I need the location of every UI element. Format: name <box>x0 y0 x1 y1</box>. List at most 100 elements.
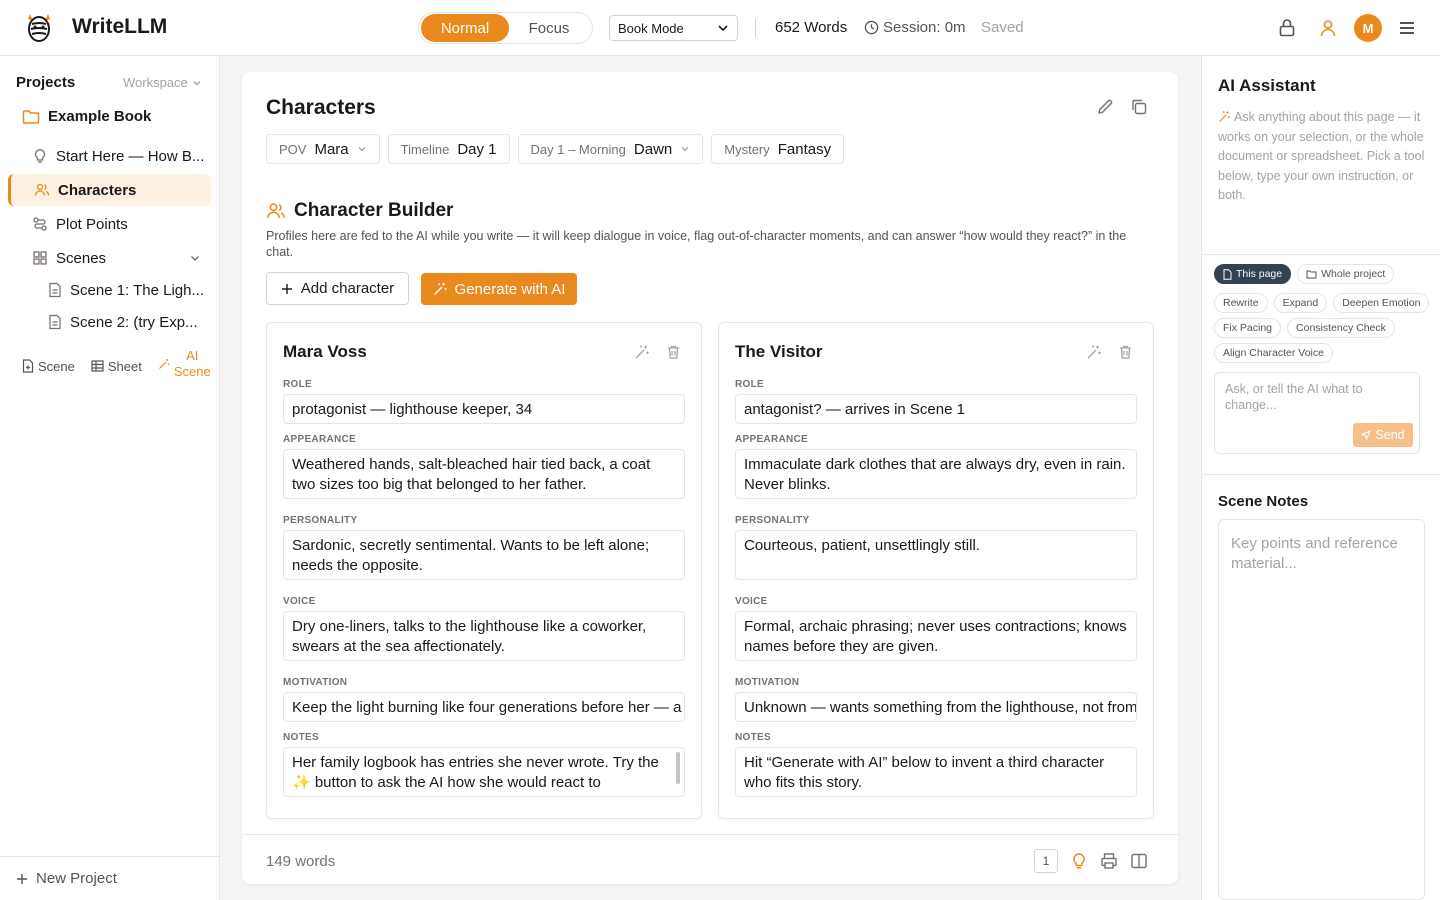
voice-field[interactable]: Dry one-liners, talks to the lighthouse … <box>283 611 685 661</box>
sidebar-item-characters[interactable]: Characters <box>8 174 211 206</box>
ai-prompt-input[interactable]: Ask, or tell the AI what to change... Se… <box>1214 372 1420 454</box>
lock-icon[interactable] <box>1278 18 1298 38</box>
time-of-day-chip[interactable]: Day 1 – Morning Dawn <box>517 134 704 164</box>
header-divider <box>755 18 756 38</box>
tool-rewrite-button[interactable]: Rewrite <box>1214 293 1268 313</box>
user-icon[interactable] <box>1319 18 1339 38</box>
builder-description: Profiles here are fed to the AI while yo… <box>266 229 1127 259</box>
file-icon <box>49 282 61 298</box>
print-icon[interactable] <box>1100 852 1118 870</box>
panel-divider <box>1202 474 1440 475</box>
pov-chip[interactable]: POV Mara <box>266 134 380 164</box>
add-character-button[interactable]: Add character <box>266 272 409 305</box>
sidebar-item-scene-1[interactable]: Scene 1: The Ligh... <box>8 274 211 306</box>
scene-notes-textarea[interactable]: Key points and reference material... <box>1218 519 1425 900</box>
ai-assistant-title: AI Assistant <box>1218 76 1316 95</box>
role-field[interactable]: protagonist — lighthouse keeper, 34 <box>283 394 685 424</box>
sidebar-item-plot-points[interactable]: Plot Points <box>8 208 211 240</box>
lightbulb-icon[interactable] <box>1070 852 1088 870</box>
folder-icon <box>1306 270 1317 279</box>
scope-page-label: This page <box>1236 268 1283 280</box>
normal-mode-button[interactable]: Normal <box>421 14 509 42</box>
workspace-select[interactable]: Workspace <box>123 75 202 90</box>
new-project-button[interactable]: New Project <box>0 856 219 900</box>
tool-deepen-emotion-button[interactable]: Deepen Emotion <box>1333 293 1430 313</box>
role-field[interactable]: antagonist? — arrives in Scene 1 <box>735 394 1137 424</box>
motivation-label: MOTIVATION <box>735 677 800 688</box>
chevron-down-icon <box>718 25 728 32</box>
trash-icon[interactable] <box>666 344 681 360</box>
ai-scene-line1: AI <box>186 348 199 363</box>
chevron-down-icon <box>193 80 201 85</box>
generate-with-ai-button[interactable]: Generate with AI <box>421 273 577 305</box>
magic-wand-icon <box>158 359 170 369</box>
menu-icon[interactable] <box>1398 18 1418 38</box>
personality-field[interactable]: Sardonic, secretly sentimental. Wants to… <box>283 530 685 580</box>
trash-icon[interactable] <box>1118 344 1133 360</box>
sparkle-wand-icon[interactable] <box>1086 344 1102 360</box>
new-sheet-button[interactable]: Sheet <box>91 352 142 380</box>
ai-prompt-placeholder: Ask, or tell the AI what to change... <box>1225 382 1363 412</box>
notes-field[interactable]: Her family logbook has entries she never… <box>283 747 685 797</box>
scrollbar-thumb[interactable] <box>676 752 680 784</box>
metadata-chips: POV Mara Timeline Day 1 Day 1 – Morning … <box>266 134 845 164</box>
users-icon <box>34 183 50 196</box>
send-button[interactable]: Send <box>1353 423 1413 447</box>
pencil-icon[interactable] <box>1096 98 1114 116</box>
motivation-field[interactable]: Unknown — wants something from the light… <box>735 692 1137 722</box>
tool-align-character-voice-button[interactable]: Align Character Voice <box>1214 343 1333 363</box>
sidebar-item-label: Characters <box>58 181 137 199</box>
new-scene-button[interactable]: Scene <box>22 352 75 380</box>
ai-scene-button[interactable]: AI Scene <box>158 348 211 380</box>
genre-chip[interactable]: Mystery Fantasy <box>711 134 845 164</box>
projects-title: Projects <box>16 74 76 91</box>
appearance-field[interactable]: Weathered hands, salt-bleached hair tied… <box>283 449 685 499</box>
motivation-field[interactable]: Keep the light burning like four generat… <box>283 692 685 722</box>
chip-label: Mystery <box>724 141 770 157</box>
sidebar-item-scenes[interactable]: Scenes <box>8 242 211 274</box>
scope-whole-project-button[interactable]: Whole project <box>1297 264 1395 284</box>
copy-icon[interactable] <box>1130 98 1148 116</box>
appearance-field[interactable]: Immaculate dark clothes that are always … <box>735 449 1137 499</box>
voice-field[interactable]: Formal, archaic phrasing; never uses con… <box>735 611 1137 661</box>
app-title: WriteLLM <box>72 15 168 38</box>
zebra-logo-icon[interactable] <box>22 10 56 44</box>
sparkle-wand-icon[interactable] <box>634 344 650 360</box>
sidebar-item-label: Scene 2: (try Exp... <box>70 313 198 331</box>
scope-toggle: This page Whole project <box>1214 264 1395 284</box>
chip-value: Dawn <box>633 140 673 158</box>
tool-consistency-check-button[interactable]: Consistency Check <box>1287 318 1395 338</box>
sidebar-item-scene-2[interactable]: Scene 2: (try Exp... <box>8 306 211 338</box>
split-view-icon[interactable] <box>1130 852 1148 870</box>
book-mode-select[interactable]: Book Mode <box>609 15 738 41</box>
mode-toggle: Normal Focus <box>418 12 593 44</box>
scope-this-page-button[interactable]: This page <box>1214 264 1292 284</box>
personality-field[interactable]: Courteous, patient, unsettlingly still. <box>735 530 1137 580</box>
scope-project-label: Whole project <box>1321 268 1386 280</box>
page-number-badge[interactable]: 1 <box>1034 849 1058 873</box>
sidebar-item-label: Scene 1: The Ligh... <box>70 281 204 299</box>
chevron-down-icon <box>358 147 366 152</box>
timeline-chip[interactable]: Timeline Day 1 <box>387 134 510 164</box>
folder-icon <box>22 109 40 124</box>
lightbulb-icon <box>34 149 46 163</box>
chevron-down-icon[interactable] <box>189 252 201 264</box>
avatar[interactable]: M <box>1354 14 1382 42</box>
motivation-label: MOTIVATION <box>283 677 348 688</box>
sidebar-item-start-here[interactable]: Start Here — How B... <box>8 140 211 172</box>
sidebar-item-label: Start Here — How B... <box>56 147 205 165</box>
tool-expand-button[interactable]: Expand <box>1273 293 1328 313</box>
project-example-book[interactable]: Example Book <box>22 108 151 125</box>
ai-assistant-description: Ask anything about this page — it works … <box>1218 108 1428 206</box>
tool-fix-pacing-button[interactable]: Fix Pacing <box>1214 318 1282 338</box>
notes-field[interactable]: Hit “Generate with AI” below to invent a… <box>735 747 1137 797</box>
character-card-visitor: The Visitor ROLE antagonist? — arrives i… <box>718 322 1154 819</box>
voice-label: VOICE <box>283 596 316 607</box>
top-bar: WriteLLM Normal Focus Book Mode 652 Word… <box>0 0 1440 56</box>
title-actions <box>1096 98 1148 116</box>
clock-icon <box>864 20 879 35</box>
character-name: Mara Voss <box>283 342 367 361</box>
focus-mode-button[interactable]: Focus <box>509 14 589 42</box>
character-builder-heading: Character Builder <box>266 200 453 222</box>
ai-scene-line2: Scene <box>173 364 211 379</box>
